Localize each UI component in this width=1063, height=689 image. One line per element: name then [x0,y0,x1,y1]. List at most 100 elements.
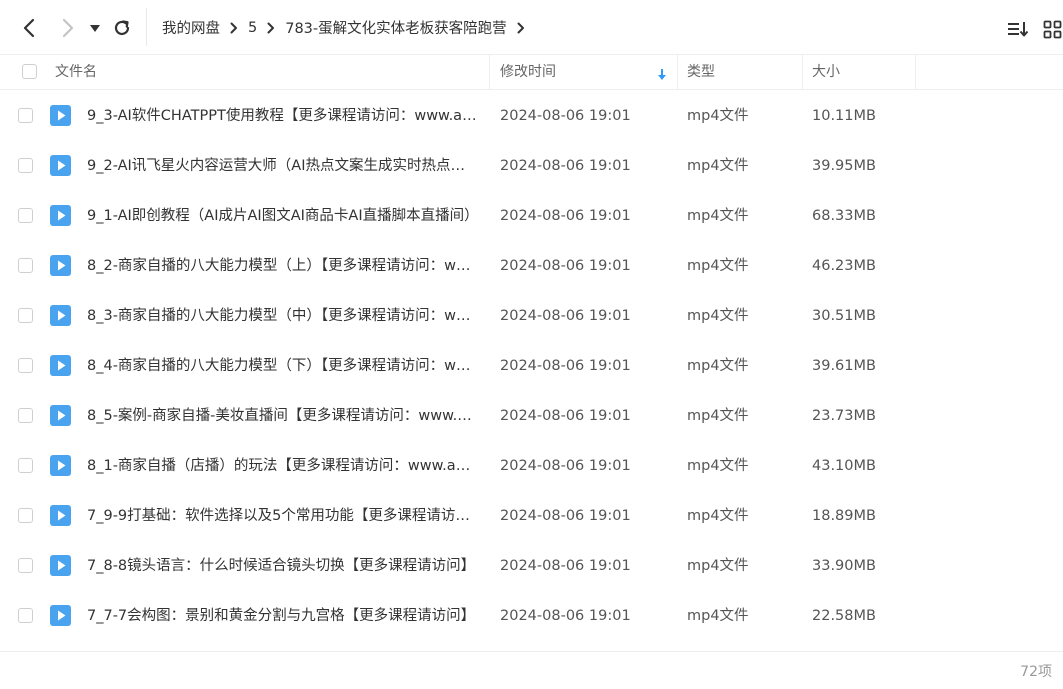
status-bar: 72项 [0,651,1063,689]
video-file-icon [50,455,71,476]
file-modified-time: 2024-08-06 19:01 [500,258,631,274]
column-divider[interactable] [677,55,678,89]
file-row[interactable]: 8_1-商家自播（店播）的玩法【更多课程请访问：www.ab.com】 2024… [0,441,1063,491]
file-modified-time: 2024-08-06 19:01 [500,608,631,624]
file-modified-time: 2024-08-06 19:01 [500,308,631,324]
column-header-type[interactable]: 类型 [687,55,715,89]
file-modified-time: 2024-08-06 19:01 [500,408,631,424]
chevron-right-icon [62,18,74,38]
file-modified-time: 2024-08-06 19:01 [500,558,631,574]
file-row[interactable]: 8_2-商家自播的八大能力模型（上）【更多课程请访问：www】 2024-08-… [0,241,1063,291]
file-name[interactable]: 9_2-AI讯飞星火内容运营大师（AI热点文案生成实时热点追踪） [87,141,479,191]
file-name[interactable]: 9_3-AI软件CHATPPT使用教程【更多课程请访问：www.ab.com】 [87,91,479,141]
file-row[interactable]: 9_3-AI软件CHATPPT使用教程【更多课程请访问：www.ab.com】 … [0,91,1063,141]
file-name[interactable]: 8_4-商家自播的八大能力模型（下）【更多课程请访问：www】 [87,341,479,391]
video-file-icon [50,205,71,226]
column-divider[interactable] [489,55,490,89]
caret-down-icon [90,24,100,32]
file-type: mp4文件 [687,158,749,174]
video-file-icon [50,555,71,576]
column-header: 文件名 修改时间 类型 大小 [0,54,1063,90]
file-row[interactable]: 9_1-AI即创教程（AI成片AI图文AI商品卡AI直播脚本直播间） 2024-… [0,191,1063,241]
column-divider[interactable] [802,55,803,89]
video-file-icon [50,255,71,276]
file-modified-time: 2024-08-06 19:01 [500,358,631,374]
column-header-name[interactable]: 文件名 [55,55,97,89]
chevron-right-icon [267,22,275,34]
file-row[interactable]: 9_2-AI讯飞星火内容运营大师（AI热点文案生成实时热点追踪） 2024-08… [0,141,1063,191]
video-file-icon [50,155,71,176]
file-name[interactable]: 7_8-8镜头语言：什么时候适合镜头切换【更多课程请访问】 [87,541,479,591]
chevron-right-icon [230,22,238,34]
toolbar-divider [146,8,147,46]
file-type: mp4文件 [687,108,749,124]
row-checkbox[interactable] [18,358,33,373]
video-file-icon [50,105,71,126]
file-size: 22.58MB [812,608,876,624]
forward-button[interactable] [57,16,79,40]
file-type: mp4文件 [687,358,749,374]
row-checkbox[interactable] [18,108,33,123]
file-type: mp4文件 [687,608,749,624]
file-row[interactable]: 7_9-9打基础：软件选择以及5个常用功能【更多课程请访问】 2024-08-0… [0,491,1063,541]
breadcrumb-item-root[interactable]: 我的网盘 [162,17,220,38]
file-size: 10.11MB [812,108,876,124]
refresh-icon [114,20,130,35]
file-type: mp4文件 [687,258,749,274]
file-name[interactable]: 8_3-商家自播的八大能力模型（中）【更多课程请访问：www】 [87,291,479,341]
file-size: 18.89MB [812,508,876,524]
file-size: 33.90MB [812,558,876,574]
file-row[interactable]: 8_3-商家自播的八大能力模型（中）【更多课程请访问：www】 2024-08-… [0,291,1063,341]
column-header-modified[interactable]: 修改时间 [500,55,556,89]
breadcrumb-item-current[interactable]: 783-蛋解文化实体老板获客陪跑营 [285,17,506,38]
column-divider[interactable] [915,55,916,89]
file-row[interactable]: 7_8-8镜头语言：什么时候适合镜头切换【更多课程请访问】 2024-08-06… [0,541,1063,591]
arrow-down-icon[interactable] [657,66,667,80]
row-checkbox[interactable] [18,158,33,173]
file-row[interactable]: 7_7-7会构图：景别和黄金分割与九宫格【更多课程请访问】 2024-08-06… [0,591,1063,641]
file-row[interactable]: 8_4-商家自播的八大能力模型（下）【更多课程请访问：www】 2024-08-… [0,341,1063,391]
file-name[interactable]: 8_2-商家自播的八大能力模型（上）【更多课程请访问：www】 [87,241,479,291]
row-checkbox[interactable] [18,458,33,473]
chevron-right-icon [517,22,525,34]
file-modified-time: 2024-08-06 19:01 [500,458,631,474]
select-all-checkbox[interactable] [22,64,37,79]
file-type: mp4文件 [687,558,749,574]
file-row[interactable]: 8_5-案例-商家自播-美妆直播间【更多课程请访问：www.ab】 2024-0… [0,391,1063,441]
file-type: mp4文件 [687,408,749,424]
file-modified-time: 2024-08-06 19:01 [500,508,631,524]
row-checkbox[interactable] [18,608,33,623]
row-checkbox[interactable] [18,558,33,573]
file-name[interactable]: 9_1-AI即创教程（AI成片AI图文AI商品卡AI直播脚本直播间） [87,191,479,241]
row-checkbox[interactable] [18,208,33,223]
file-type: mp4文件 [687,208,749,224]
column-header-size[interactable]: 大小 [812,55,840,89]
video-file-icon [50,355,71,376]
file-type: mp4文件 [687,458,749,474]
file-size: 30.51MB [812,308,876,324]
row-checkbox[interactable] [18,408,33,423]
file-name[interactable]: 7_7-7会构图：景别和黄金分割与九宫格【更多课程请访问】 [87,591,479,641]
sort-list-icon [1008,22,1029,37]
file-size: 46.23MB [812,258,876,274]
file-type: mp4文件 [687,508,749,524]
history-dropdown-button[interactable] [88,20,102,36]
file-name[interactable]: 8_5-案例-商家自播-美妆直播间【更多课程请访问：www.ab】 [87,391,479,441]
file-name[interactable]: 8_1-商家自播（店播）的玩法【更多课程请访问：www.ab.com】 [87,441,479,491]
refresh-button[interactable] [111,17,133,39]
video-file-icon [50,505,71,526]
file-size: 39.61MB [812,358,876,374]
row-checkbox[interactable] [18,308,33,323]
file-size: 43.10MB [812,458,876,474]
breadcrumb-item-folder-5[interactable]: 5 [248,20,257,36]
row-checkbox[interactable] [18,258,33,273]
file-name[interactable]: 7_9-9打基础：软件选择以及5个常用功能【更多课程请访问】 [87,491,479,541]
sort-button[interactable] [1006,18,1030,40]
back-button[interactable] [18,16,40,40]
video-file-icon [50,305,71,326]
file-modified-time: 2024-08-06 19:01 [500,158,631,174]
grid-view-button[interactable] [1042,18,1063,40]
file-modified-time: 2024-08-06 19:01 [500,108,631,124]
row-checkbox[interactable] [18,508,33,523]
file-modified-time: 2024-08-06 19:01 [500,208,631,224]
